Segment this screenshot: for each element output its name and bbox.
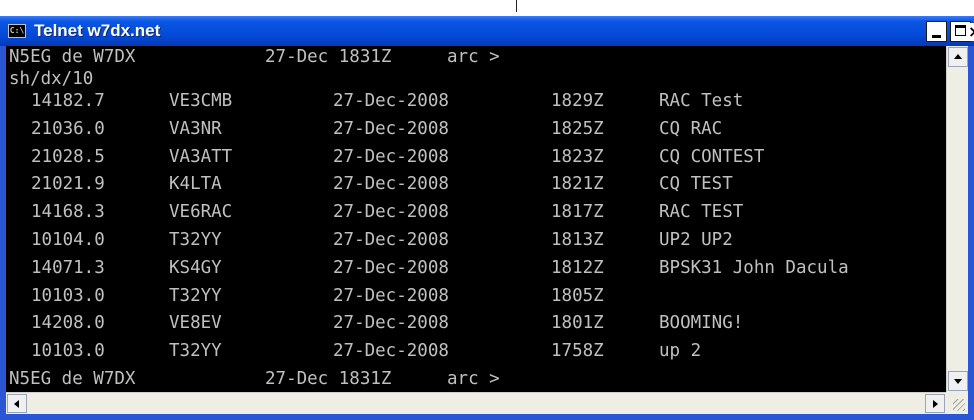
spot-date: 27-Dec-2008	[333, 118, 449, 139]
prompt-cluster: arc >	[447, 47, 500, 67]
prompt-callsign: N5EG de W7DX	[9, 47, 136, 67]
spot-date: 27-Dec-2008	[333, 230, 449, 250]
command-text: sh/dx/10	[9, 69, 94, 89]
spot-callsign: VE8EV	[169, 313, 222, 334]
spot-callsign: T32YY	[169, 230, 222, 250]
spot-time: 1823Z	[551, 146, 604, 167]
spot-date: 27-Dec-2008	[333, 285, 449, 306]
spot-callsign: K4LTA	[169, 174, 222, 195]
console-icon[interactable]: C:\	[8, 24, 26, 38]
scroll-up-icon[interactable]	[948, 47, 968, 67]
spot-frequency: 14208.0	[31, 313, 105, 334]
spot-frequency: 10104.0	[31, 230, 105, 250]
spot-comment: up 2	[659, 341, 702, 362]
spot-comment: RAC Test	[659, 91, 744, 111]
spot-frequency: 14071.3	[31, 257, 105, 278]
prompt-cluster: arc >	[447, 369, 500, 389]
top-edge-marker	[516, 0, 517, 12]
spot-time: 1805Z	[551, 285, 604, 306]
spot-callsign: VA3ATT	[169, 146, 233, 167]
spot-time: 1758Z	[551, 341, 604, 362]
spot-time: 1801Z	[551, 313, 604, 334]
title-bar[interactable]: C:\ Telnet w7dx.net ×	[0, 16, 974, 46]
spot-frequency: 14168.3	[31, 202, 105, 223]
window-frame-bottom	[0, 414, 974, 420]
spot-comment: BPSK31 John Dacula	[659, 257, 849, 278]
spot-date: 27-Dec-2008	[333, 91, 449, 111]
close-button[interactable]: ×	[968, 23, 974, 41]
spot-date: 27-Dec-2008	[333, 341, 449, 362]
window-title: Telnet w7dx.net	[34, 21, 161, 40]
vertical-scrollbar[interactable]	[946, 46, 968, 392]
spot-frequency: 21028.5	[31, 146, 105, 167]
scroll-left-icon[interactable]	[7, 394, 27, 413]
spot-callsign: T32YY	[169, 341, 222, 362]
command-line: sh/dx/10	[9, 68, 93, 90]
telnet-window: C:\ Telnet w7dx.net × N5EG de W7DX 27-De…	[0, 16, 974, 420]
spot-frequency: 21036.0	[31, 118, 105, 139]
spot-comment: CQ RAC	[659, 118, 723, 139]
spot-time: 1829Z	[551, 91, 604, 111]
resize-grip-icon[interactable]	[946, 392, 968, 414]
spot-date: 27-Dec-2008	[333, 313, 449, 334]
prompt-line: N5EG de W7DX 27-Dec 1831Z arc >	[9, 46, 500, 68]
spot-comment: BOOMING!	[659, 313, 744, 334]
scroll-right-icon[interactable]	[925, 394, 945, 413]
prompt-callsign: N5EG de W7DX	[9, 369, 136, 389]
horizontal-scrollbar[interactable]	[6, 392, 946, 414]
spot-time: 1821Z	[551, 174, 604, 195]
spot-frequency: 10103.0	[31, 341, 105, 362]
spot-callsign: VE3CMB	[169, 91, 233, 111]
prompt-line-bottom: N5EG de W7DX 27-Dec 1831Z arc >	[9, 368, 500, 390]
spot-frequency: 14182.7	[31, 91, 105, 111]
spot-comment: UP2 UP2	[659, 230, 733, 250]
spot-comment: RAC TEST	[659, 202, 744, 223]
console-output[interactable]: N5EG de W7DX 27-Dec 1831Z arc > sh/dx/10…	[6, 46, 946, 392]
minimize-button[interactable]	[926, 21, 947, 42]
spot-frequency: 21021.9	[31, 174, 105, 195]
spot-time: 1817Z	[551, 202, 604, 223]
spot-date: 27-Dec-2008	[333, 202, 449, 223]
spot-callsign: VA3NR	[169, 118, 222, 139]
spot-time: 1825Z	[551, 118, 604, 139]
spot-time: 1812Z	[551, 257, 604, 278]
spot-comment: CQ TEST	[659, 174, 733, 195]
prompt-datetime: 27-Dec 1831Z	[265, 47, 392, 67]
spot-time: 1813Z	[551, 230, 604, 250]
spot-date: 27-Dec-2008	[333, 174, 449, 195]
spot-callsign: KS4GY	[169, 257, 222, 278]
spot-callsign: T32YY	[169, 285, 222, 306]
spot-frequency: 10103.0	[31, 285, 105, 306]
spot-callsign: VE6RAC	[169, 202, 233, 223]
spot-comment: CQ CONTEST	[659, 146, 765, 167]
spot-date: 27-Dec-2008	[333, 257, 449, 278]
spot-date: 27-Dec-2008	[333, 146, 449, 167]
scroll-down-icon[interactable]	[948, 371, 968, 391]
prompt-datetime: 27-Dec 1831Z	[265, 369, 392, 389]
